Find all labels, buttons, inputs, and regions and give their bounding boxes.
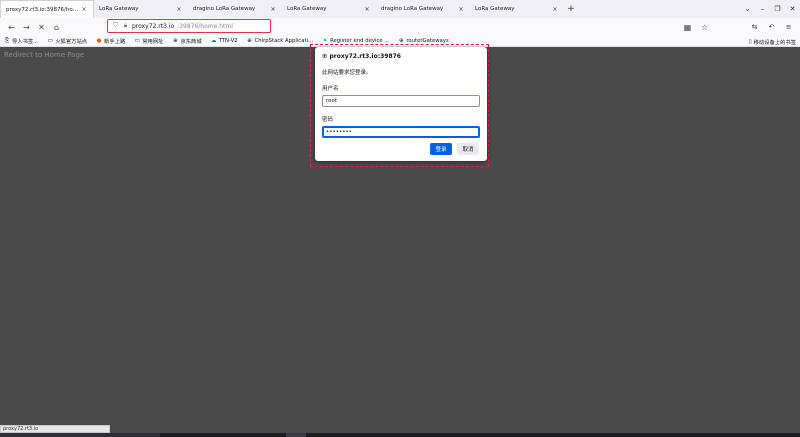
- globe-icon: ⊕: [247, 38, 252, 44]
- import-icon: ⎘: [4, 37, 10, 44]
- url-bar[interactable]: ⛉ 🔒︎ proxy72.rt3.io:39876/home.html: [107, 19, 271, 33]
- password-input[interactable]: ••••••••: [322, 126, 480, 138]
- tab-strip: proxy72.rt3.io:39876/home.html × LoRa Ga…: [0, 0, 800, 18]
- tab-label: proxy72.rt3.io:39876/home.html: [6, 6, 80, 13]
- taskbar-segment: [0, 433, 160, 437]
- stop-icon[interactable]: ✕: [34, 20, 49, 34]
- tab-lora-gateway[interactable]: LoRa Gateway ×: [282, 0, 376, 18]
- bookmark-item[interactable]: ▭ 常用网址: [134, 37, 164, 45]
- tab-lora-gateway[interactable]: LoRa Gateway ×: [470, 0, 564, 18]
- tab-label: dragino LoRa Gateway: [193, 6, 256, 12]
- tab-close-icon[interactable]: ×: [363, 6, 371, 13]
- close-window-icon[interactable]: ✕: [785, 0, 800, 18]
- bookmark-item[interactable]: ● 新手上路: [96, 37, 126, 45]
- tab-close-icon[interactable]: ×: [551, 6, 559, 13]
- url-host: proxy72.rt3.io: [132, 22, 175, 30]
- tab-dragino-gateway[interactable]: dragino LoRa Gateway ×: [188, 0, 282, 18]
- qr-code-icon[interactable]: ▦: [680, 20, 695, 34]
- login-button[interactable]: 登录: [430, 143, 452, 155]
- toolbar-right: ⇆ ↶ ≡: [747, 20, 796, 34]
- bookmark-item[interactable]: ⎘ 导入书签...: [4, 37, 39, 46]
- tab-dragino-gateway[interactable]: dragino LoRa Gateway ×: [376, 0, 470, 18]
- dialog-message: 此网站要求您登录。: [322, 70, 372, 76]
- restore-icon[interactable]: ❐: [770, 0, 785, 18]
- url-actions: ▦ ☆: [680, 20, 712, 34]
- tab-close-icon[interactable]: ×: [80, 6, 88, 13]
- globe-icon: ⊕: [173, 38, 178, 44]
- lock-icon[interactable]: 🔒︎: [122, 22, 129, 30]
- dialog-header: ⊕ proxy72.rt3.io:39876: [322, 52, 480, 60]
- username-input[interactable]: root: [322, 95, 480, 107]
- redirect-link[interactable]: Redirect to Home Page: [4, 51, 84, 59]
- mobile-bookmarks-label: 移动设备上的书签: [753, 39, 796, 46]
- mobile-bookmarks[interactable]: ▯ 移动设备上的书签: [749, 36, 796, 47]
- bookmark-label: TTN-V2: [218, 38, 238, 44]
- url-path: :39876/home.html: [177, 22, 233, 30]
- bookmark-label: 火狐官方站点: [55, 39, 88, 45]
- bookmark-item[interactable]: ⊕ ChirpStack Applicati...: [247, 38, 313, 44]
- cloud-icon: ☁: [210, 38, 217, 44]
- taskbar: [0, 433, 800, 437]
- dialog-host: proxy72.rt3.io:39876: [329, 52, 401, 60]
- username-label: 用户名: [322, 86, 339, 92]
- bookmark-item[interactable]: ⊕ 京东商城: [172, 37, 202, 45]
- extension-icon[interactable]: ⇆: [747, 20, 762, 34]
- firefox-icon: ●: [96, 38, 102, 44]
- tab-label: LoRa Gateway: [99, 6, 139, 12]
- status-url: proxy72.rt3.io: [0, 425, 110, 433]
- undo-icon[interactable]: ↶: [764, 20, 779, 34]
- tab-close-icon[interactable]: ×: [457, 6, 465, 13]
- bookmark-label: 新手上路: [104, 39, 126, 45]
- forward-icon[interactable]: →: [19, 20, 34, 34]
- list-tabs-icon[interactable]: ⌄: [740, 0, 755, 18]
- cancel-button[interactable]: 取消: [457, 143, 479, 155]
- bookmark-label: 导入书签...: [12, 39, 39, 45]
- folder-icon: ▭: [47, 38, 53, 44]
- nav-bar: ← → ✕ ⌂ ⛉ 🔒︎ proxy72.rt3.io:39876/home.h…: [0, 18, 800, 36]
- bookmark-item[interactable]: ☁ TTN-V2: [211, 38, 238, 44]
- new-tab-button[interactable]: +: [564, 0, 578, 18]
- tab-close-icon[interactable]: ×: [175, 6, 183, 13]
- bookmark-label: 京东商城: [180, 39, 202, 45]
- tab-label: dragino LoRa Gateway: [381, 6, 444, 12]
- tab-close-icon[interactable]: ×: [269, 6, 277, 13]
- tab-label: LoRa Gateway: [287, 6, 327, 12]
- mobile-bookmarks-icon: ▯: [748, 38, 752, 45]
- window-controls: ⌄ – ❐ ✕: [740, 0, 800, 18]
- bookmark-label: ChirpStack Applicati...: [254, 38, 314, 44]
- menu-icon[interactable]: ≡: [781, 20, 796, 34]
- shield-icon[interactable]: ⛉: [112, 22, 119, 30]
- back-icon[interactable]: ←: [4, 20, 19, 34]
- tab-label: LoRa Gateway: [475, 6, 515, 12]
- minimize-icon[interactable]: –: [755, 0, 770, 18]
- bookmark-star-icon[interactable]: ☆: [697, 20, 712, 34]
- tab-proxy-home[interactable]: proxy72.rt3.io:39876/home.html ×: [0, 0, 94, 18]
- tab-lora-gateway[interactable]: LoRa Gateway ×: [94, 0, 188, 18]
- taskbar-app[interactable]: [286, 433, 306, 437]
- bookmark-label: 常用网址: [142, 39, 164, 45]
- home-icon[interactable]: ⌂: [49, 20, 64, 34]
- folder-icon: ▭: [134, 38, 140, 44]
- taskbar-gap: [160, 433, 286, 437]
- password-label: 密码: [322, 117, 334, 123]
- bookmark-item[interactable]: ▭ 火狐官方站点: [47, 37, 87, 45]
- auth-dialog: ⊕ proxy72.rt3.io:39876 此网站要求您登录。 用户名 roo…: [315, 47, 487, 161]
- dialog-buttons: 登录 取消: [430, 143, 479, 155]
- globe-icon: ⊕: [322, 52, 328, 60]
